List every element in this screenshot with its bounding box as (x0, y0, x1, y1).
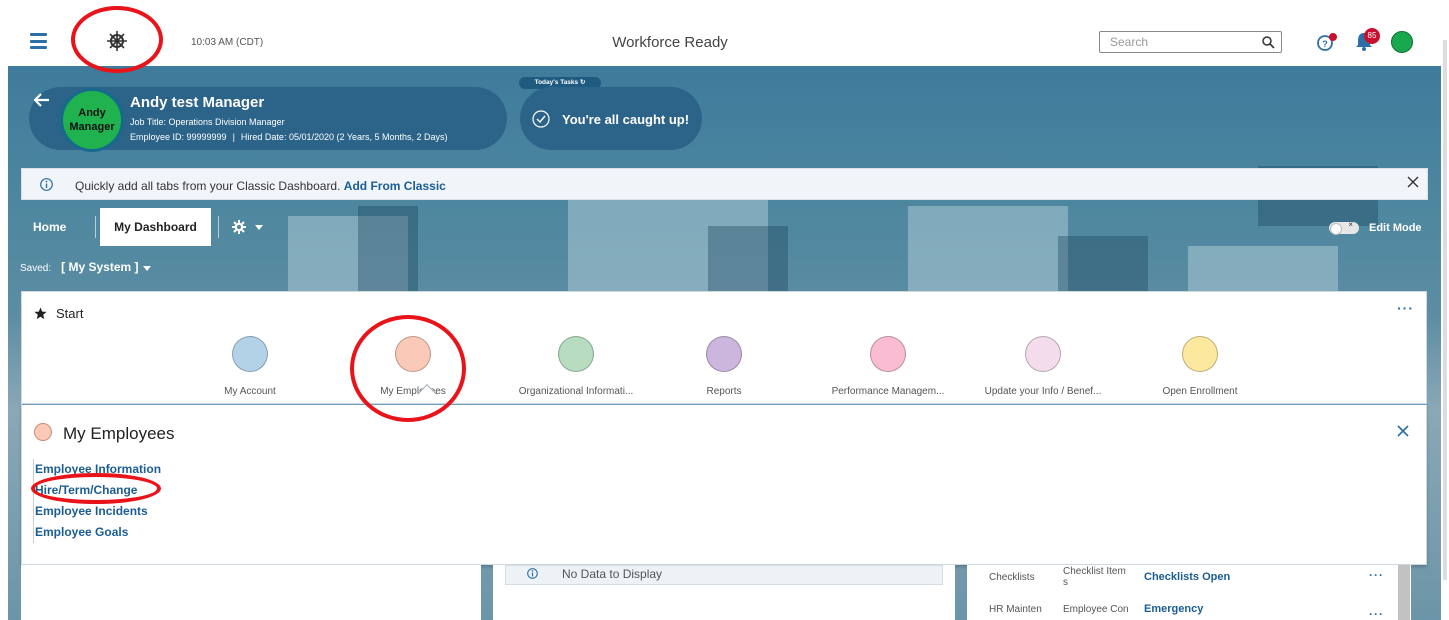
row-category: Checklists (989, 572, 1035, 583)
app-circle (1025, 336, 1061, 372)
info-banner: Quickly add all tabs from your Classic D… (21, 168, 1428, 200)
avatar-initials-line2: Manager (69, 121, 115, 133)
app-label: My Account (224, 386, 276, 397)
app-circle (558, 336, 594, 372)
info-icon (527, 568, 538, 579)
app-tile-organizational-information[interactable]: Organizational Informati... (506, 336, 646, 397)
saved-layout-selector[interactable]: Saved: [ My System ] (20, 260, 151, 274)
banner-message: Quickly add all tabs from your Classic D… (75, 179, 341, 193)
app-label: Open Enrollment (1162, 386, 1238, 397)
row-item: Checklist Item s (1063, 566, 1126, 588)
edit-mode-toggle[interactable]: × (1329, 220, 1359, 235)
checklists-open-link[interactable]: Checklists Open (1144, 571, 1230, 583)
close-icon[interactable] (1397, 425, 1409, 437)
tasks-status: You're all caught up! (562, 112, 690, 127)
employee-incidents-link[interactable]: Employee Incidents (35, 501, 161, 522)
my-employees-panel: My Employees Employee Information Hire/T… (21, 403, 1428, 565)
tab-divider (218, 216, 219, 238)
top-bar: 10:03 AM (CDT) Workforce Ready ? 85 (0, 0, 1449, 66)
employee-hired-date: Hired Date: 05/01/2020 (2 Years, 5 Month… (240, 132, 448, 142)
close-icon[interactable] (1407, 176, 1419, 188)
user-avatar[interactable] (1391, 31, 1413, 53)
app-tile-reports[interactable]: Reports (654, 336, 794, 397)
edit-mode-label: Edit Mode (1369, 222, 1422, 234)
search-icon[interactable] (1261, 35, 1275, 49)
app-label: Performance Managem... (831, 386, 945, 397)
app-tile-update-info-benefits[interactable]: Update your Info / Benef... (973, 336, 1113, 397)
my-employees-title: My Employees (63, 424, 175, 443)
app-circle (1182, 336, 1218, 372)
employee-avatar[interactable]: Andy Manager (60, 88, 124, 152)
avatar-initials-line1: Andy (78, 107, 106, 119)
saved-value[interactable]: [ My System ] (61, 260, 138, 274)
chevron-down-icon[interactable] (255, 225, 263, 230)
app-tile-open-enrollment[interactable]: Open Enrollment (1130, 336, 1270, 397)
app-circle (395, 336, 431, 372)
my-employees-dot-icon (34, 423, 52, 441)
app-label: Reports (706, 386, 742, 397)
my-employees-links: Employee Information Hire/Term/Change Em… (33, 459, 161, 543)
info-icon (40, 178, 53, 191)
row-item: Employee Con (1063, 604, 1129, 615)
page-scrollbar[interactable] (1443, 40, 1447, 580)
employee-details: Employee ID: 99999999 | Hired Date: 05/01/… (130, 132, 448, 142)
app-tile-my-account[interactable]: My Account (180, 336, 320, 397)
tab-divider (95, 216, 96, 238)
employee-information-link[interactable]: Employee Information (35, 459, 161, 480)
search-input[interactable] (1100, 32, 1255, 52)
app-tile-my-employees[interactable]: My Employees (343, 336, 483, 397)
row-category: HR Mainten (989, 604, 1042, 615)
check-circle-icon (532, 110, 550, 128)
app-label: Update your Info / Benef... (984, 386, 1102, 397)
widget-left (21, 565, 481, 620)
app-circle (232, 336, 268, 372)
chevron-down-icon[interactable] (142, 265, 151, 271)
app-label: My Employees (380, 386, 446, 397)
hire-term-change-link[interactable]: Hire/Term/Change (35, 480, 161, 501)
employee-name: Andy test Manager (130, 94, 265, 111)
notification-count-badge: 85 (1364, 28, 1380, 44)
saved-label: Saved: (20, 263, 52, 274)
search-box[interactable] (1099, 31, 1282, 53)
help-icon[interactable]: ? (1316, 32, 1338, 52)
more-options-icon[interactable]: ··· (1397, 300, 1414, 316)
app-label: Organizational Informati... (518, 386, 634, 397)
panel-top-border (22, 404, 1428, 405)
widget-scrollbar[interactable] (1398, 565, 1410, 620)
emergency-link[interactable]: Emergency (1144, 603, 1203, 615)
start-panel: Start ··· My Account My Employees Organi… (21, 291, 1427, 404)
star-icon (34, 307, 47, 320)
widget-right: Checklists Checklist Item s Checklists O… (967, 565, 1411, 620)
dashboard-tabs: Home My Dashboard × Edit Mode (8, 208, 1441, 246)
tab-home[interactable]: Home (33, 220, 66, 234)
start-title: Start (56, 306, 84, 321)
banner-text: Quickly add all tabs from your Classic D… (75, 179, 446, 193)
row-item-line1: Checklist Item (1063, 566, 1126, 577)
add-from-classic-link[interactable]: Add From Classic (344, 179, 446, 193)
no-data-message: No Data to Display (505, 565, 943, 585)
app-circle (870, 336, 906, 372)
employee-goals-link[interactable]: Employee Goals (35, 522, 161, 543)
tab-my-dashboard[interactable]: My Dashboard (100, 208, 211, 246)
gear-icon[interactable] (232, 220, 246, 234)
more-options-icon[interactable]: ··· (1369, 607, 1384, 620)
back-arrow-icon[interactable] (34, 93, 50, 107)
employee-id: Employee ID: 99999999 (130, 132, 227, 142)
row-item-line2: s (1063, 577, 1068, 588)
more-options-icon[interactable]: ··· (1369, 568, 1384, 582)
employee-job-title: Job Title: Operations Division Manager (130, 117, 285, 127)
svg-text:?: ? (1322, 39, 1328, 49)
detail-separator: | (232, 132, 235, 142)
app-tile-performance-management[interactable]: Performance Managem... (818, 336, 958, 397)
app-circle (706, 336, 742, 372)
no-data-text: No Data to Display (562, 567, 663, 581)
